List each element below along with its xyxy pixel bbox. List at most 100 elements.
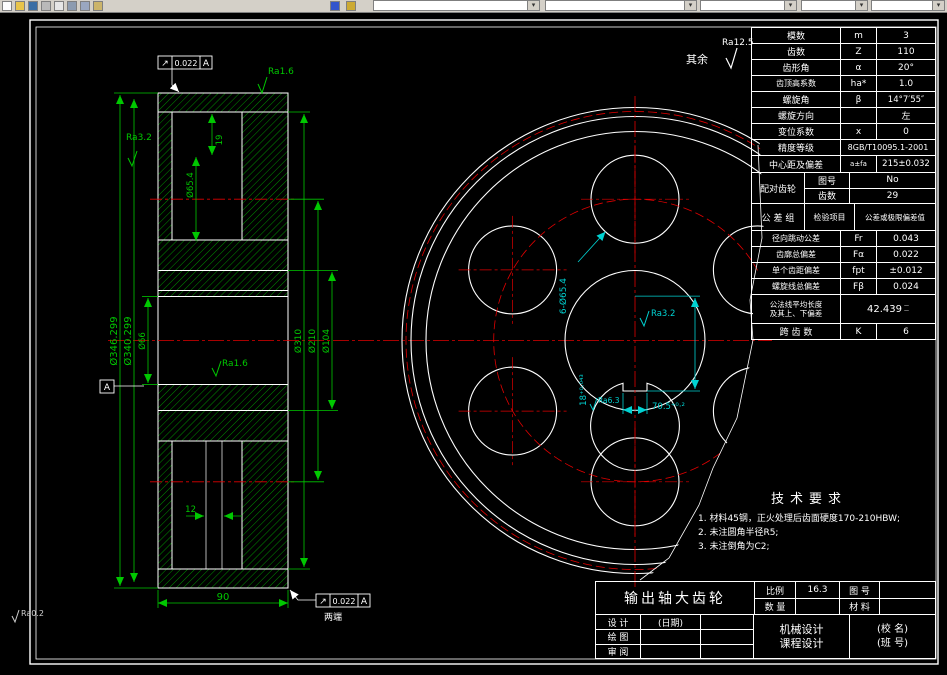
dim-keyway-depth: 70.5⁺⁰·² bbox=[652, 402, 685, 412]
param-label: 齿数 bbox=[817, 192, 836, 203]
layer-combo[interactable]: ▾ bbox=[373, 0, 540, 11]
dim-holecircle-diameter: Ø210 bbox=[307, 329, 318, 354]
table-row: 跨 齿 数 K 6 bbox=[752, 323, 935, 339]
save-icon[interactable] bbox=[28, 1, 38, 11]
paste-icon[interactable] bbox=[93, 1, 103, 11]
tech-req-line: 2. 未注圆角半径R5; bbox=[698, 528, 779, 538]
param-value: 3 bbox=[876, 28, 935, 43]
param-value: 0.022 bbox=[876, 247, 935, 262]
course-line1: 机械设计 bbox=[779, 622, 824, 636]
tech-req-title: 技术要求 bbox=[770, 492, 847, 507]
param-symbol: α bbox=[840, 60, 876, 75]
review-name bbox=[700, 643, 753, 658]
tolerance-group-label: 公 差 组 bbox=[761, 213, 795, 224]
chevron-down-icon[interactable]: ▾ bbox=[855, 1, 867, 10]
section-view: Ø346.299 Ø340.299 Ø66 Ø310 Ø210 Ø104 Ø65… bbox=[11, 38, 772, 624]
table-row: 螺旋线总偏差 Fβ 0.024 bbox=[752, 278, 935, 294]
fcf-datum: A bbox=[203, 59, 210, 69]
inspection-item-label: 检验项目 bbox=[804, 204, 854, 230]
design-label: 设 计 bbox=[607, 618, 629, 629]
table-row-common-normal: 公法线平均长度 及其上、下偏差 42.439 — — bbox=[752, 294, 935, 323]
datum-flag: A bbox=[99, 379, 144, 394]
design-name bbox=[700, 615, 753, 630]
preview-icon[interactable] bbox=[54, 1, 64, 11]
quantity-value bbox=[795, 598, 839, 614]
open-icon[interactable] bbox=[15, 1, 25, 11]
redo-icon[interactable] bbox=[346, 1, 356, 11]
param-value: No bbox=[849, 173, 935, 188]
param-symbol: Fr bbox=[840, 231, 876, 246]
param-label: 螺旋线总偏差 bbox=[772, 282, 820, 291]
dim-web-thickness: 12 bbox=[185, 505, 196, 515]
fcf-note: 两端 bbox=[324, 611, 342, 623]
ra-top-label: Ra1.6 bbox=[268, 67, 294, 77]
param-label: 跨 齿 数 bbox=[779, 328, 813, 338]
tech-req-line: 1. 材料45钢，正火处理后齿面硬度170-210HBW; bbox=[698, 514, 901, 524]
chevron-down-icon[interactable]: ▾ bbox=[527, 1, 539, 10]
title-block: 输出轴大齿轮 比例 16.3 图 号 数 量 材 料 设 计 (日期) 绘 图 … bbox=[595, 581, 936, 659]
chevron-down-icon[interactable]: ▾ bbox=[784, 1, 796, 10]
draw-date bbox=[640, 629, 700, 644]
param-value: 42.439 — — bbox=[840, 295, 935, 323]
ra-left-label: Ra3.2 bbox=[126, 133, 152, 143]
quantity-label: 数 量 bbox=[755, 598, 795, 614]
param-label: 精度等级 bbox=[777, 144, 814, 154]
param-symbol: ha* bbox=[840, 76, 876, 91]
front-dimensions: 6-Ø65.4 Ra3.2 Ra6.3 18⁺⁰·⁰⁴³ 70.5⁺⁰·² bbox=[558, 231, 700, 414]
param-label: 变位系数 bbox=[777, 128, 814, 138]
param-value: 1.0 bbox=[876, 76, 935, 91]
drawing-number-value bbox=[879, 582, 935, 598]
school-class: (校 名) (班 号) bbox=[850, 615, 935, 658]
tolerance-value-label: 公差或极限偏差值 bbox=[854, 204, 935, 230]
school-name: (校 名) bbox=[877, 623, 908, 635]
chevron-down-icon[interactable]: ▾ bbox=[684, 1, 696, 10]
linetype-combo[interactable]: ▾ bbox=[700, 0, 797, 11]
table-row: 单个齿距偏差 fpt ±0.012 bbox=[752, 262, 935, 278]
table-row: 齿形角 α 20° bbox=[752, 59, 935, 75]
technical-requirements: 技术要求 1. 材料45钢，正火处理后齿面硬度170-210HBW; 2. 未注… bbox=[698, 488, 920, 554]
param-value: 0.043 bbox=[876, 231, 935, 246]
fcf-symbol: ↗ bbox=[161, 59, 169, 69]
table-row: 径向跳动公差 Fr 0.043 bbox=[752, 230, 935, 246]
ra-bore-label: Ra1.6 bbox=[222, 359, 248, 369]
param-value: 0.024 bbox=[876, 279, 935, 294]
param-symbol: Fβ bbox=[840, 279, 876, 294]
param-label: 单个齿距偏差 bbox=[772, 266, 820, 275]
param-value: 8GB/T10095.1-2001 bbox=[840, 140, 935, 155]
drawing-number-label: 图 号 bbox=[839, 582, 879, 598]
draw-label: 绘 图 bbox=[596, 629, 640, 643]
dim-keyway-width: 18⁺⁰·⁰⁴³ bbox=[579, 374, 589, 406]
print-icon[interactable] bbox=[41, 1, 51, 11]
param-symbol: Z bbox=[840, 44, 876, 59]
plotstyle-combo[interactable]: ▾ bbox=[871, 0, 945, 11]
param-label: 配对齿轮 bbox=[759, 184, 796, 195]
lineweight-combo[interactable]: ▾ bbox=[801, 0, 868, 11]
color-combo[interactable]: ▾ bbox=[545, 0, 697, 11]
param-value: 29 bbox=[849, 188, 935, 203]
param-label: 齿数 bbox=[786, 48, 805, 58]
param-label-line1: 公法线平均长度 bbox=[769, 300, 823, 309]
cut-icon[interactable] bbox=[67, 1, 77, 11]
dim-hole-diameter: Ø65.4 bbox=[185, 172, 196, 198]
param-value: 215±0.032 bbox=[876, 156, 935, 172]
fcf-tolerance: 0.022 bbox=[175, 59, 198, 68]
param-label: 公法线平均长度 及其上、下偏差 bbox=[752, 295, 840, 323]
ra-bore-front-label: Ra3.2 bbox=[651, 309, 675, 319]
undo-icon[interactable] bbox=[330, 1, 340, 11]
dim-pitch-diameter: Ø340.299 bbox=[122, 316, 134, 365]
new-icon[interactable] bbox=[2, 1, 12, 11]
wk-lower-dev: — bbox=[904, 308, 909, 314]
scale-label: 比例 bbox=[765, 586, 784, 597]
table-row: 螺旋方向 左 bbox=[752, 107, 935, 123]
param-label: 齿形角 bbox=[782, 64, 810, 74]
param-label: 螺旋角 bbox=[782, 96, 810, 106]
material-value bbox=[879, 598, 935, 614]
chevron-down-icon[interactable]: ▾ bbox=[932, 1, 944, 10]
copy-icon[interactable] bbox=[80, 1, 90, 11]
param-symbol: K bbox=[840, 324, 876, 339]
param-symbol: fpt bbox=[840, 263, 876, 278]
table-row: 模数 m 3 bbox=[752, 28, 935, 43]
param-value: 20° bbox=[876, 60, 935, 75]
param-value: 6 bbox=[876, 324, 935, 339]
param-value: ±0.012 bbox=[876, 263, 935, 278]
